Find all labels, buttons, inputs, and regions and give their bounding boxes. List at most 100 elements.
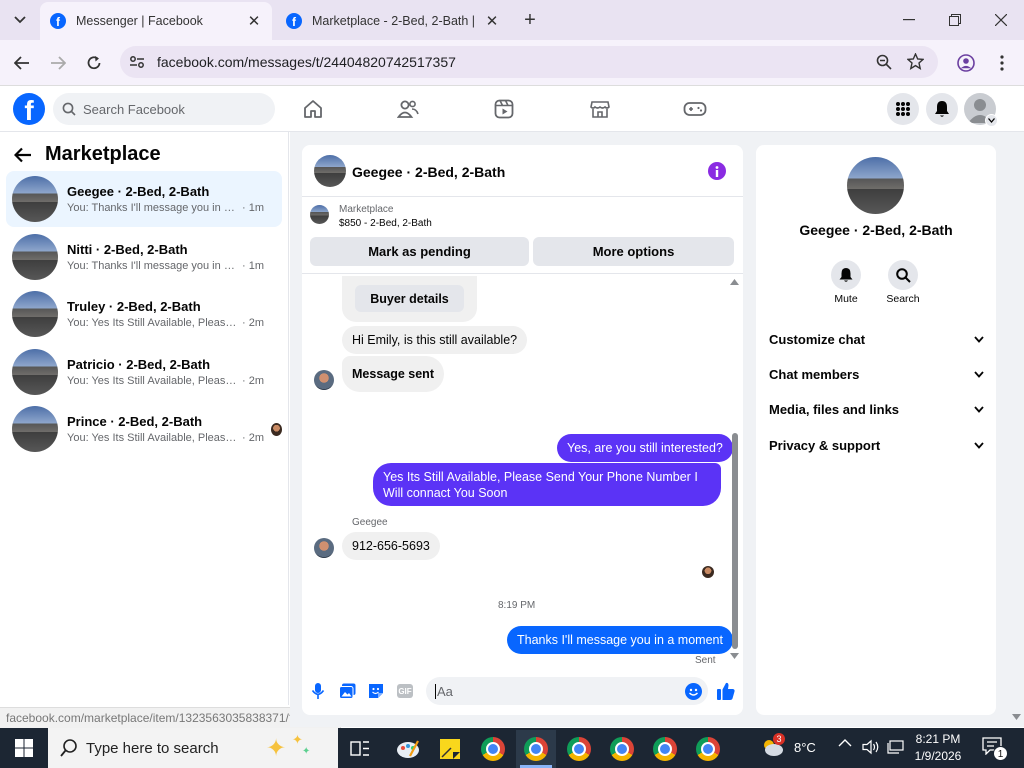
chat-listing-avatar[interactable] [314, 155, 346, 187]
reload-button[interactable] [80, 49, 108, 77]
chevron-down-icon [988, 118, 995, 123]
taskbar-chrome-4[interactable] [602, 730, 642, 768]
chrome-icon [481, 737, 505, 761]
message-bubble-outgoing: Yes, are you still interested? [557, 434, 733, 462]
taskbar-app-sticky-notes[interactable] [430, 730, 470, 768]
section-media-files-links[interactable]: Media, files and links [769, 399, 984, 419]
section-customize-chat[interactable]: Customize chat [769, 329, 984, 349]
read-receipt-avatar [702, 566, 714, 578]
section-chat-members[interactable]: Chat members [769, 364, 984, 384]
weather-widget[interactable]: 3 [760, 733, 786, 759]
taskbar-chrome-1[interactable] [473, 730, 513, 768]
sticker-button[interactable] [368, 683, 384, 699]
chrome-icon [567, 737, 591, 761]
emoji-button[interactable] [685, 683, 702, 700]
conversation-item-patricio[interactable]: Patricio · 2-Bed, 2-Bath You: Yes Its St… [6, 344, 282, 400]
tab-search-button[interactable] [8, 8, 32, 32]
facebook-search-input[interactable]: Search Facebook [53, 93, 275, 125]
friends-icon [397, 100, 419, 118]
close-tab-icon[interactable]: ✕ [246, 12, 262, 30]
taskbar-chrome-3[interactable] [559, 730, 599, 768]
close-window-button[interactable] [978, 0, 1024, 40]
buyer-details-button[interactable]: Buyer details [355, 285, 464, 312]
scroll-down-button[interactable] [729, 653, 740, 661]
taskbar-chrome-6[interactable] [688, 730, 728, 768]
mute-button[interactable] [831, 260, 861, 290]
grid-menu-icon [896, 102, 910, 116]
minimize-button[interactable] [886, 0, 932, 40]
volume-button[interactable] [862, 739, 880, 755]
zoom-icon[interactable] [876, 54, 892, 70]
conversation-name: Truley · 2-Bed, 2-Bath [67, 299, 201, 314]
conversation-info-button[interactable] [708, 162, 726, 180]
triangle-up-icon [730, 279, 739, 285]
forward-button[interactable] [44, 49, 72, 77]
notifications-button[interactable] [926, 93, 958, 125]
network-button[interactable] [887, 739, 905, 755]
conversation-item-geegee[interactable]: Geegee · 2-Bed, 2-Bath You: Thanks I'll … [6, 171, 282, 227]
conversation-time: · 1m [242, 260, 264, 272]
voice-clip-button[interactable] [310, 682, 326, 700]
nav-video[interactable] [490, 96, 518, 122]
page-scroll-down-button[interactable] [1012, 714, 1022, 722]
taskbar-app-paint[interactable] [388, 730, 428, 768]
task-view-button[interactable] [340, 730, 380, 768]
mute-label: Mute [834, 293, 858, 305]
bookmark-star-icon[interactable] [907, 53, 924, 70]
temperature[interactable]: 8°C [794, 740, 816, 755]
profile-button[interactable] [952, 49, 980, 77]
chat-title[interactable]: Geegee · 2-Bed, 2-Bath [352, 164, 505, 180]
taskbar-chrome-2-active[interactable] [516, 730, 556, 768]
conversation-time: · 2m [242, 375, 264, 387]
search-highlight-icon: ✦ [266, 735, 287, 762]
nav-friends[interactable] [394, 96, 422, 122]
nav-home[interactable] [299, 96, 327, 122]
attach-photo-button[interactable] [339, 683, 356, 699]
nav-marketplace[interactable] [586, 96, 614, 122]
divider [302, 273, 743, 274]
site-settings-icon[interactable] [129, 54, 145, 70]
menu-button[interactable] [887, 93, 919, 125]
system-clock[interactable]: 8:21 PM 1/9/2026 [912, 731, 964, 765]
close-tab-icon[interactable]: ✕ [484, 12, 500, 30]
search-label: Search [886, 293, 920, 305]
listing-detail[interactable]: $850 - 2-Bed, 2-Bath [339, 218, 432, 229]
browser-menu-button[interactable] [988, 49, 1016, 77]
arrow-right-icon [51, 56, 66, 70]
more-options-button[interactable]: More options [533, 237, 734, 266]
message-input[interactable]: Aa [426, 677, 708, 705]
listing-thumbnail[interactable] [310, 205, 329, 224]
notification-center-button[interactable]: 1 [982, 737, 1008, 761]
tab-title: Messenger | Facebook [76, 14, 203, 28]
listing-avatar [12, 406, 58, 452]
contact-avatar[interactable] [847, 157, 904, 214]
restore-button[interactable] [932, 0, 978, 40]
back-button[interactable] [8, 49, 36, 77]
chat-scrollbar-thumb[interactable] [732, 433, 738, 649]
taskbar-search-box[interactable]: Type here to search ✦ ✦ ✦ [48, 728, 338, 768]
send-like-button[interactable] [716, 681, 736, 701]
conversation-preview: You: Yes Its Still Available, Please Sen… [67, 317, 239, 329]
search-in-conversation-button[interactable] [888, 260, 918, 290]
mark-as-pending-button[interactable]: Mark as pending [310, 237, 529, 266]
chrome-icon [610, 737, 634, 761]
nav-gaming[interactable] [681, 96, 709, 122]
new-tab-button[interactable]: + [520, 9, 540, 31]
gif-button[interactable]: GIF [397, 684, 413, 698]
address-bar[interactable]: facebook.com/messages/t/2440482074251735… [120, 46, 938, 78]
scroll-up-button[interactable] [729, 279, 740, 287]
start-button[interactable] [0, 728, 48, 768]
tab-marketplace[interactable]: f Marketplace - 2-Bed, 2-Bath | F ✕ [276, 2, 510, 40]
back-to-marketplace-button[interactable] [14, 145, 36, 165]
tab-messenger[interactable]: f Messenger | Facebook ✕ [40, 2, 272, 40]
section-privacy-support[interactable]: Privacy & support [769, 435, 984, 455]
account-chevron[interactable] [985, 114, 998, 127]
conversation-item-prince[interactable]: Prince · 2-Bed, 2-Bath You: Yes Its Stil… [6, 401, 282, 457]
taskbar-chrome-5[interactable] [645, 730, 685, 768]
show-hidden-icons-button[interactable] [838, 738, 854, 754]
kebab-menu-icon [1000, 55, 1004, 71]
conversation-item-truley[interactable]: Truley · 2-Bed, 2-Bath You: Yes Its Stil… [6, 286, 282, 342]
facebook-logo[interactable]: f [13, 93, 45, 125]
conversation-item-nitti[interactable]: Nitti · 2-Bed, 2-Bath You: Thanks I'll m… [6, 229, 282, 285]
marketplace-icon [590, 101, 610, 118]
